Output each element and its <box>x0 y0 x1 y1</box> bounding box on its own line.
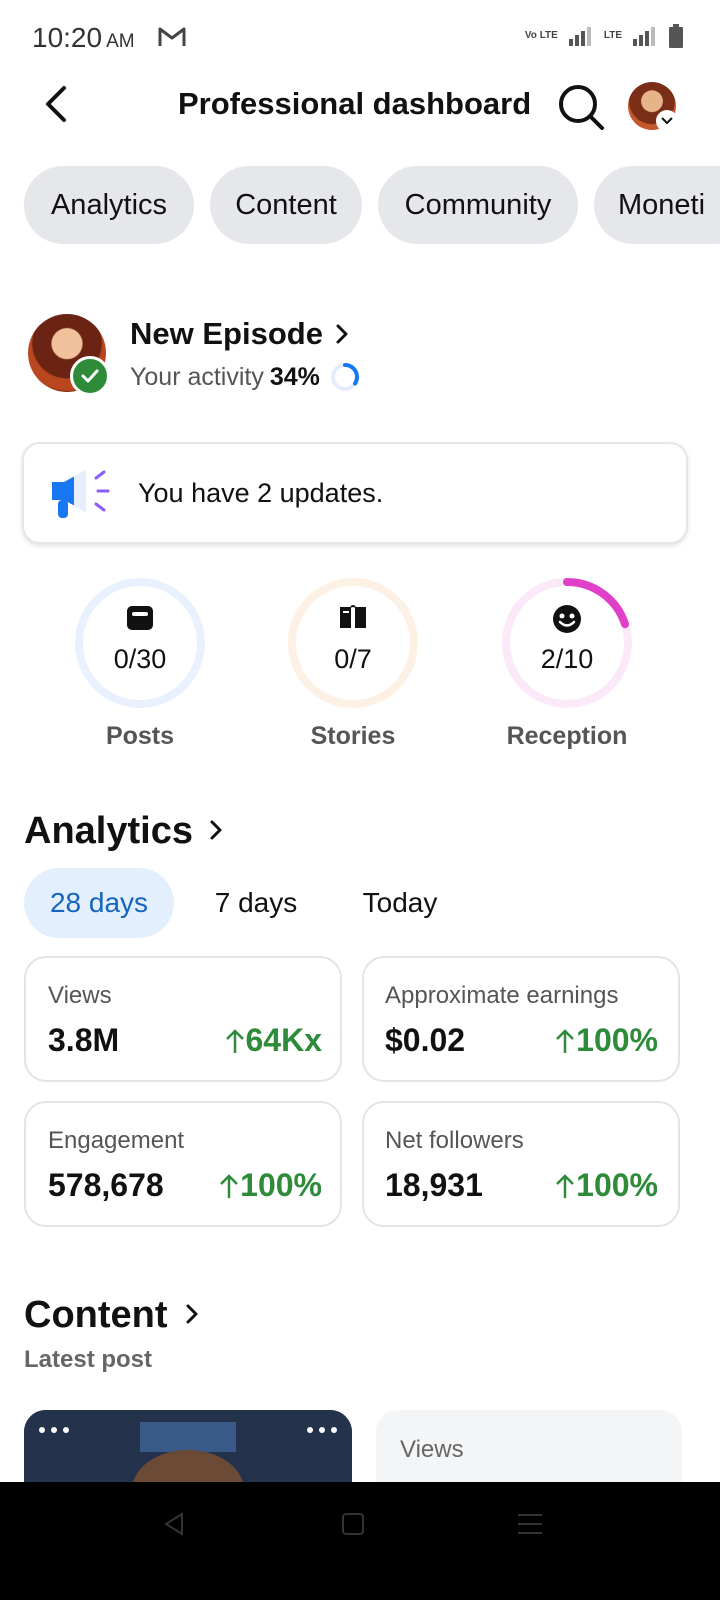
reception-label: Reception <box>506 722 628 750</box>
chevron-down-icon <box>656 110 678 132</box>
chevron-right-icon <box>332 322 352 351</box>
tab-content[interactable]: Content <box>210 166 362 244</box>
metric-change: 100% <box>554 1167 658 1204</box>
system-nav-bar <box>0 1482 720 1600</box>
status-icons: Vo LTE LTE <box>525 24 684 48</box>
analytics-title[interactable]: Analytics <box>24 810 193 853</box>
stories-value: 0/7 <box>334 644 372 674</box>
latest-post-label: Latest post <box>24 1346 153 1373</box>
stories-ring[interactable] <box>286 576 420 710</box>
chevron-right-icon <box>182 1302 202 1331</box>
nav-recents-icon[interactable] <box>516 1512 544 1536</box>
chevron-right-icon <box>206 818 226 847</box>
metric-label: Engagement <box>48 1127 185 1154</box>
stories-label: Stories <box>310 722 396 750</box>
metric-value: $0.02 <box>385 1022 466 1058</box>
range-28-days[interactable]: 28 days <box>24 868 174 938</box>
posts-value: 0/30 <box>113 644 167 674</box>
posts-ring[interactable] <box>73 576 207 710</box>
nav-back-icon[interactable] <box>160 1510 188 1538</box>
updates-text: You have 2 updates. <box>138 478 384 508</box>
metric-label: Net followers <box>385 1127 524 1154</box>
activity-row[interactable]: Your activity 34% <box>130 360 362 394</box>
book-icon <box>286 604 420 630</box>
tab-monetization[interactable]: Moneti <box>594 166 720 244</box>
lte-label: LTE <box>603 30 622 41</box>
nav-home-icon[interactable] <box>341 1512 365 1536</box>
range-7-days[interactable]: 7 days <box>190 868 322 938</box>
metric-card-engagement[interactable] <box>24 1101 342 1227</box>
posts-label: Posts <box>105 722 175 750</box>
metric-change: 64Kx <box>224 1022 322 1059</box>
metric-change: 100% <box>554 1022 658 1059</box>
back-arrow-icon <box>46 86 66 122</box>
metric-value: 578,678 <box>48 1167 164 1203</box>
back-button[interactable] <box>36 82 80 126</box>
metric-change: 100% <box>218 1167 322 1204</box>
status-time: 10:20 AM <box>32 22 135 53</box>
battery-icon <box>669 24 683 48</box>
verified-check-icon <box>70 356 110 396</box>
volte-icon: Vo LTE <box>524 30 558 41</box>
arrow-up-icon <box>220 1173 239 1198</box>
arrow-up-icon <box>225 1028 244 1053</box>
arrow-up-icon <box>556 1028 575 1053</box>
megaphone-icon <box>46 464 112 527</box>
profile-name[interactable]: New Episode <box>130 316 323 352</box>
tab-analytics[interactable]: Analytics <box>24 166 194 244</box>
range-today[interactable]: Today <box>340 868 460 938</box>
posts-icon <box>73 604 207 632</box>
metric-value: 18,931 <box>385 1167 483 1203</box>
search-icon <box>559 85 604 130</box>
tab-community[interactable]: Community <box>378 166 578 244</box>
metric-label: Approximate earnings <box>385 982 619 1009</box>
activity-label: Your activity <box>130 362 264 391</box>
metric-card-earnings[interactable] <box>362 956 680 1082</box>
metric-card-views[interactable] <box>24 956 342 1082</box>
metric-card-net-followers[interactable] <box>362 1101 680 1227</box>
activity-progress-icon <box>330 363 359 391</box>
signal-icon <box>568 27 591 46</box>
arrow-up-icon <box>556 1173 575 1198</box>
reception-ring[interactable] <box>500 576 634 710</box>
metric-value: 3.8M <box>48 1022 120 1058</box>
signal-2-icon <box>633 27 655 46</box>
gmail-icon <box>158 26 186 53</box>
post-views-label: Views <box>400 1436 464 1463</box>
smiley-icon <box>500 604 634 634</box>
page-title: Professional dashboard <box>178 86 532 121</box>
search-button[interactable] <box>556 82 606 132</box>
content-title[interactable]: Content <box>24 1294 168 1337</box>
metric-label: Views <box>48 982 112 1009</box>
activity-percent: 34% <box>269 362 320 391</box>
reception-value: 2/10 <box>540 644 594 674</box>
